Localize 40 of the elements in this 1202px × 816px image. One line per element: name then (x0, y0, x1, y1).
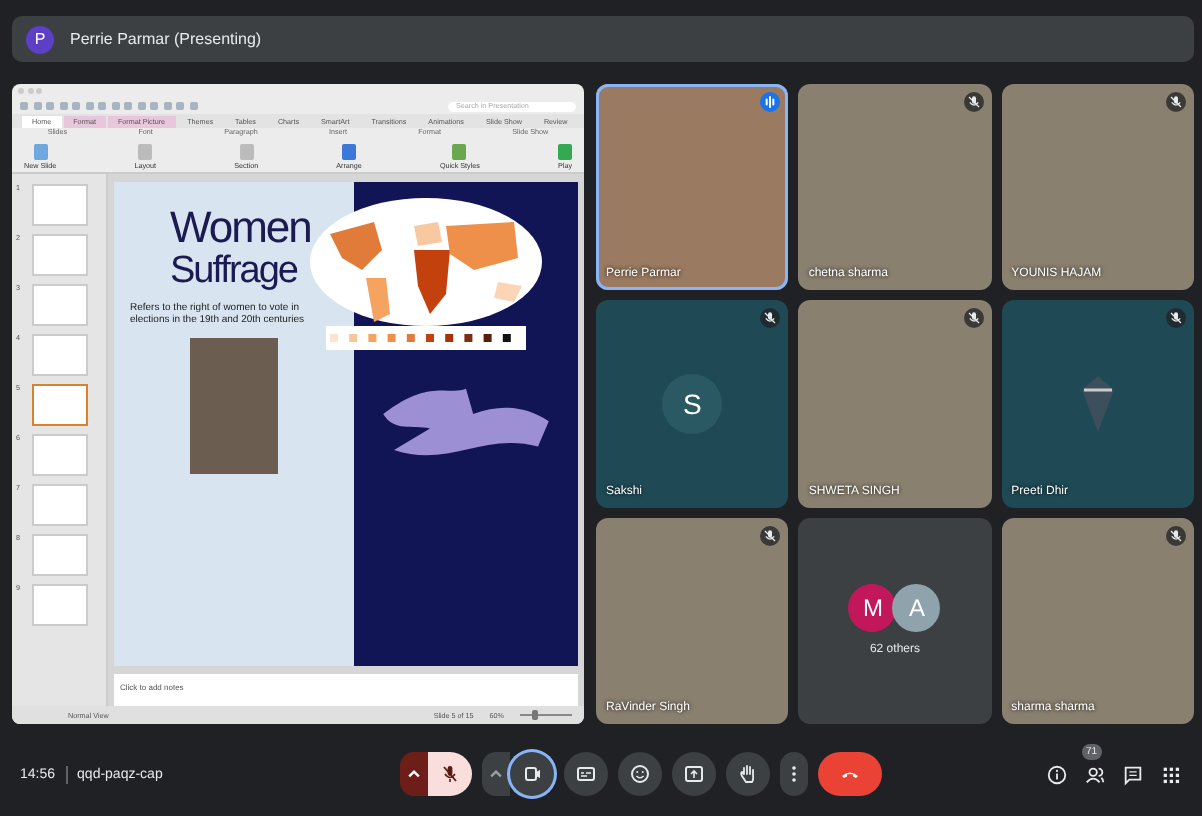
slide-thumbnail[interactable] (32, 384, 88, 426)
logo-icon (1077, 373, 1118, 434)
more-options-button[interactable] (780, 752, 808, 796)
avatar: S (662, 373, 723, 434)
audio-options-button[interactable] (400, 752, 428, 796)
slide-thumbnail[interactable] (32, 434, 88, 476)
camera-button[interactable] (510, 752, 554, 796)
slide-title: Women (170, 206, 311, 250)
presenter-avatar: P (26, 25, 54, 53)
present-icon (682, 762, 706, 786)
leave-call-button[interactable] (818, 752, 882, 796)
reactions-button[interactable] (618, 752, 662, 796)
hand-icon (736, 762, 760, 786)
participant-avatar: A (892, 584, 941, 633)
photo-placeholder (190, 338, 278, 474)
slide-thumbnail[interactable] (32, 234, 88, 276)
zoom-slider-thumb[interactable] (532, 710, 539, 720)
video-options-button[interactable] (482, 752, 510, 796)
slide-thumbnail[interactable] (32, 484, 88, 526)
captions-icon (574, 762, 598, 786)
slide-title: Suffrage (170, 250, 297, 294)
present-button[interactable] (672, 752, 716, 796)
slide-thumbnail[interactable] (32, 334, 88, 376)
captions-button[interactable] (564, 752, 608, 796)
microphone-button[interactable] (428, 752, 472, 796)
info-icon[interactable] (1046, 763, 1068, 785)
apps-grid-icon[interactable] (1160, 763, 1182, 785)
camera-icon (520, 762, 544, 786)
people-icon[interactable] (1084, 763, 1106, 785)
mic-off-icon (438, 762, 462, 786)
raise-hand-button[interactable] (726, 752, 770, 796)
participant-avatar: M (848, 584, 897, 633)
smiley-icon (628, 762, 652, 786)
window-controls-icon (18, 88, 42, 94)
presenter-title: Perrie Parmar (Presenting) (70, 30, 262, 48)
slide-thumbnail[interactable] (32, 284, 88, 326)
slide-thumbnail[interactable] (32, 584, 88, 626)
chat-icon[interactable] (1122, 763, 1144, 785)
slide-thumbnail[interactable] (32, 184, 88, 226)
slide-thumbnail[interactable] (32, 534, 88, 576)
